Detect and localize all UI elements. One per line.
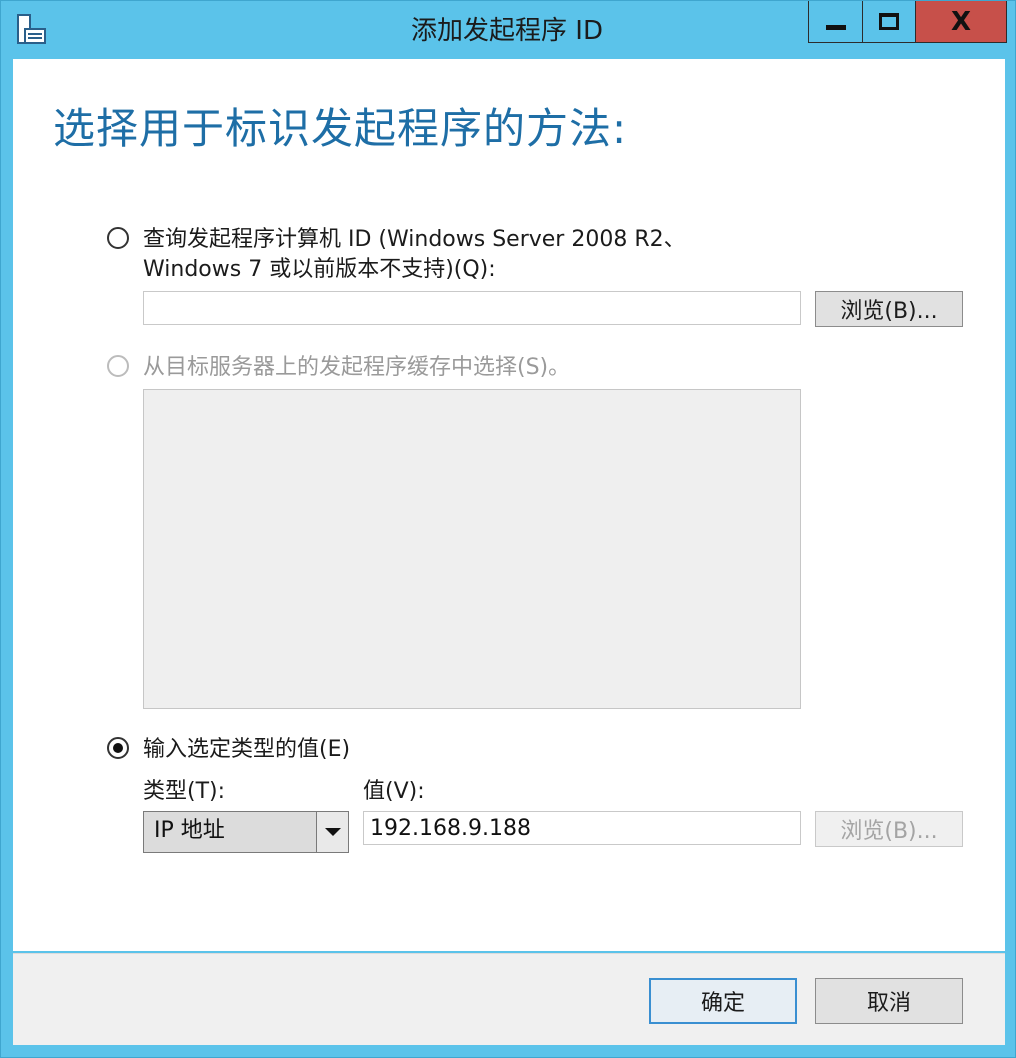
- value-label: 值(V):: [363, 779, 425, 804]
- maximize-button[interactable]: [862, 1, 916, 43]
- dialog-window: 添加发起程序 ID X 选择用于标识发起程序的方法: 查询发起程序计算机 ID …: [0, 0, 1016, 1058]
- type-label: 类型(T):: [143, 779, 226, 804]
- radio-enter-value[interactable]: [107, 737, 129, 759]
- type-dropdown-value: IP 地址: [154, 818, 225, 843]
- radio-select-from-cache[interactable]: [107, 355, 129, 377]
- close-icon: X: [950, 6, 972, 37]
- ok-button[interactable]: 确定: [649, 978, 797, 1024]
- query-browse-button[interactable]: 浏览(B)...: [815, 291, 963, 327]
- value-field[interactable]: [364, 812, 800, 844]
- manual-option-label: 输入选定类型的值(E): [143, 737, 351, 762]
- query-option-label-line1: 查询发起程序计算机 ID (Windows Server 2008 R2、: [143, 227, 686, 252]
- radio-selected-dot: [113, 743, 123, 753]
- chevron-down-icon: [324, 828, 341, 836]
- type-dropdown[interactable]: IP 地址: [143, 811, 349, 853]
- title-bar[interactable]: 添加发起程序 ID X: [1, 1, 1015, 59]
- query-computer-id-input[interactable]: [143, 291, 801, 325]
- dialog-footer: 确定 取消: [13, 953, 1005, 1045]
- cache-option-label: 从目标服务器上的发起程序缓存中选择(S)。: [143, 355, 571, 380]
- window-title: 添加发起程序 ID: [411, 16, 603, 46]
- value-browse-button[interactable]: 浏览(B)...: [815, 811, 963, 847]
- dialog-body: 选择用于标识发起程序的方法: 查询发起程序计算机 ID (Windows Ser…: [13, 59, 1005, 951]
- type-dropdown-toggle[interactable]: [316, 812, 348, 852]
- initiator-cache-list[interactable]: [143, 389, 801, 709]
- cancel-button[interactable]: 取消: [815, 978, 963, 1024]
- maximize-icon: [879, 13, 899, 30]
- value-input[interactable]: [363, 811, 801, 845]
- query-option-label-line2: Windows 7 或以前版本不支持)(Q):: [143, 257, 496, 282]
- minimize-icon: [825, 25, 846, 30]
- minimize-button[interactable]: [808, 1, 863, 43]
- page-heading: 选择用于标识发起程序的方法:: [53, 104, 628, 153]
- radio-query-initiator[interactable]: [107, 227, 129, 249]
- close-button[interactable]: X: [915, 1, 1007, 43]
- query-computer-id-field[interactable]: [144, 292, 800, 324]
- iscsi-initiator-icon: [17, 14, 46, 44]
